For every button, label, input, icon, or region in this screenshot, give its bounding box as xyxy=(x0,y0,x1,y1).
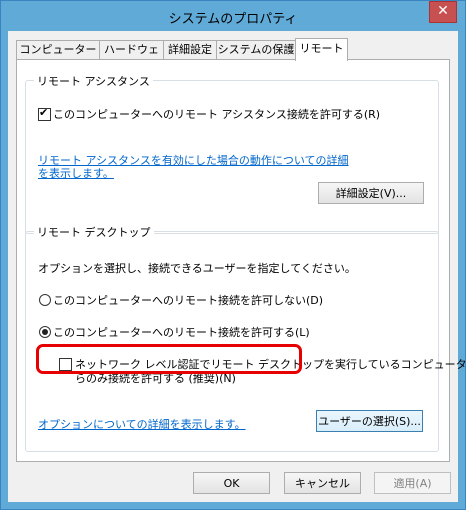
selected-option-highlight xyxy=(36,344,302,374)
remote-assistance-group-label: リモート アシスタンス xyxy=(34,73,153,89)
remote-desktop-options-link[interactable]: オプションについての詳細を表示します。 xyxy=(38,416,246,432)
tab-advanced[interactable]: 詳細設定 xyxy=(163,40,217,60)
checkmark-icon: ✔ xyxy=(39,106,49,119)
window-title: システムのプロパティ xyxy=(168,12,298,27)
close-icon: ✕ xyxy=(437,3,449,19)
allow-remote-assistance-label[interactable]: このコンピューターへのリモート アシスタンス接続を許可する(R) xyxy=(53,106,380,122)
close-button[interactable]: ✕ xyxy=(429,1,457,23)
title-bar[interactable]: システムのプロパティ ✕ xyxy=(1,1,465,31)
allow-remote-connection-label[interactable]: このコンピューターへのリモート接続を許可する(L) xyxy=(53,324,310,340)
advanced-settings-button[interactable]: 詳細設定(V)... xyxy=(318,182,424,204)
tab-system-protection[interactable]: システムの保護 xyxy=(216,40,296,60)
tab-remote[interactable]: リモート xyxy=(295,38,348,61)
radio-selected-icon xyxy=(42,329,48,335)
apply-button[interactable]: 適用(A) xyxy=(374,472,451,494)
allow-remote-connection-radio[interactable] xyxy=(39,326,51,338)
remote-desktop-group-label: リモート デスクトップ xyxy=(34,224,154,240)
remote-tab-panel: リモート アシスタンス ✔ このコンピューターへのリモート アシスタンス接続を許… xyxy=(16,59,466,462)
dialog-client: コンピューター名 ハードウェア 詳細設定 システムの保護 リモート リモート ア… xyxy=(8,31,466,502)
remote-assistance-group: リモート アシスタンス ✔ このコンピューターへのリモート アシスタンス接続を許… xyxy=(25,73,439,234)
remote-assistance-info-link-line2[interactable]: を表示します。 xyxy=(38,165,114,181)
cancel-button[interactable]: キャンセル xyxy=(284,472,361,494)
tab-computer-name[interactable]: コンピューター名 xyxy=(16,40,100,74)
system-properties-window: システムのプロパティ ✕ コンピューター名 ハードウェア 詳細設定 システムの保… xyxy=(0,0,466,510)
select-users-button[interactable]: ユーザーの選択(S)... xyxy=(316,410,423,432)
tab-hardware[interactable]: ハードウェア xyxy=(99,40,164,74)
remote-desktop-group: リモート デスクトップ オプションを選択し、接続できるユーザーを指定してください… xyxy=(25,224,466,452)
remote-desktop-instruction: オプションを選択し、接続できるユーザーを指定してください。 xyxy=(38,262,356,275)
ok-button[interactable]: OK xyxy=(193,472,270,494)
deny-remote-connection-label[interactable]: このコンピューターへのリモート接続を許可しない(D) xyxy=(53,292,323,308)
allow-remote-assistance-checkbox[interactable]: ✔ xyxy=(38,106,51,121)
deny-remote-connection-radio[interactable] xyxy=(39,294,51,306)
